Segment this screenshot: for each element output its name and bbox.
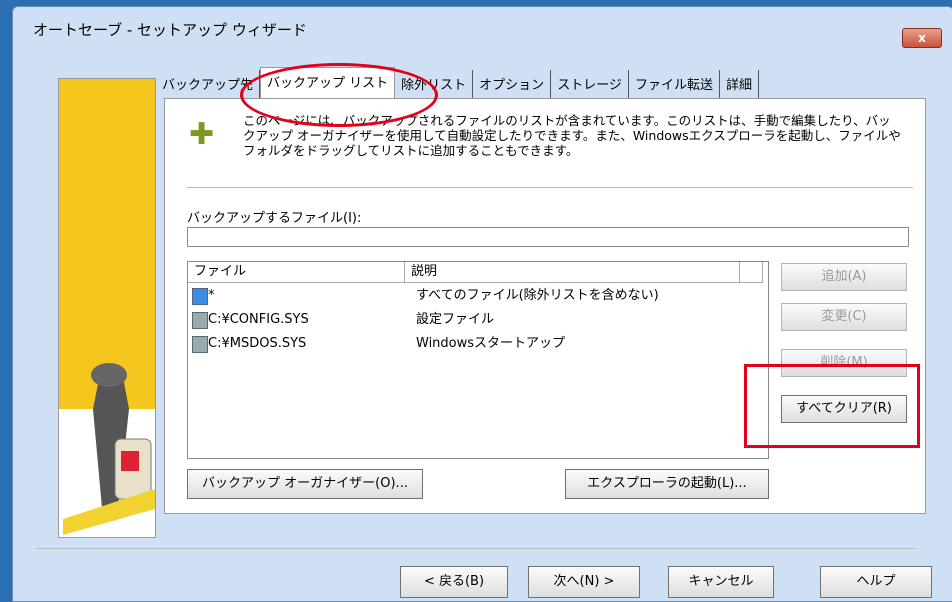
backup-file-list[interactable]: ファイル 説明 * すべてのファイル(除外リストを含めない) C:¥CONFIG… [187, 261, 769, 459]
backup-files-input[interactable] [187, 227, 909, 247]
backup-organizer-button[interactable]: バックアップ オーガナイザー(O)... [187, 469, 423, 499]
wrench-tape-illustration [59, 79, 155, 537]
list-item-description: Windowsスタートアップ [416, 336, 566, 351]
launch-explorer-button[interactable]: エクスプローラの起動(L)... [565, 469, 769, 499]
divider [187, 187, 913, 188]
list-item-description: すべてのファイル(除外リストを含めない) [416, 288, 659, 303]
close-button[interactable]: x [902, 28, 942, 48]
list-item-file: C:¥MSDOS.SYS [208, 336, 307, 351]
files-icon [192, 288, 208, 305]
tab-storage[interactable]: ストレージ [551, 70, 629, 98]
title-bar: オートセーブ - セットアップ ウィザード [13, 7, 952, 49]
puzzle-icon: ✚ [189, 117, 215, 152]
wizard-side-banner [58, 78, 156, 538]
next-button[interactable]: 次へ(N) > [528, 566, 640, 598]
list-item[interactable]: C:¥MSDOS.SYS Windowsスタートアップ [188, 334, 766, 354]
highlight-rectangle [744, 364, 920, 448]
file-icon [192, 312, 208, 329]
add-button[interactable]: 追加(A) [781, 263, 907, 291]
tab-details[interactable]: 詳細 [720, 70, 759, 98]
list-item-file: * [208, 288, 215, 303]
tab-options[interactable]: オプション [473, 70, 552, 98]
list-item-description: 設定ファイル [416, 312, 495, 327]
list-item[interactable]: C:¥CONFIG.SYS 設定ファイル [188, 310, 766, 330]
file-icon [192, 336, 208, 353]
column-header-extra[interactable] [740, 262, 763, 283]
cancel-button[interactable]: キャンセル [668, 566, 774, 598]
backup-files-label: バックアップするファイル(I): [187, 211, 362, 226]
column-header-description[interactable]: 説明 [405, 262, 740, 283]
backup-list-panel: ✚ このページには、バックアップされるファイルのリストが含まれています。このリス… [164, 98, 926, 514]
list-item-file: C:¥CONFIG.SYS [208, 312, 309, 327]
column-header-file[interactable]: ファイル [188, 262, 405, 283]
highlight-oval [240, 63, 438, 127]
window-title: オートセーブ - セットアップ ウィザード [33, 21, 307, 39]
help-button[interactable]: ヘルプ [820, 566, 932, 598]
back-button[interactable]: < 戻る(B) [400, 566, 508, 598]
list-item[interactable]: * すべてのファイル(除外リストを含めない) [188, 286, 766, 306]
change-button[interactable]: 変更(C) [781, 303, 907, 331]
footer-divider [36, 548, 916, 549]
tab-file-transfer[interactable]: ファイル転送 [629, 70, 720, 98]
